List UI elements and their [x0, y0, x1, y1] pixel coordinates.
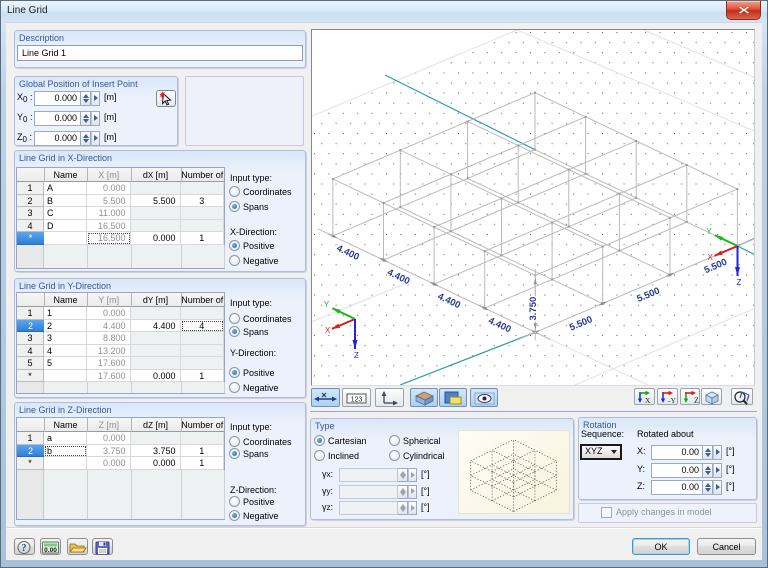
svg-text:Y: Y: [706, 227, 712, 236]
svg-text:X: X: [325, 326, 331, 335]
svg-text:X: X: [645, 396, 651, 405]
svg-text:-Y: -Y: [668, 396, 676, 405]
svg-text:?: ?: [22, 543, 27, 554]
svg-text:123: 123: [351, 396, 363, 403]
svg-text:3.750: 3.750: [528, 297, 539, 321]
svg-text:Z: Z: [694, 396, 699, 405]
svg-text:0.00: 0.00: [44, 547, 57, 554]
svg-text:Y: Y: [324, 300, 330, 309]
svg-text:Z: Z: [737, 278, 742, 287]
svg-text:X: X: [708, 253, 714, 262]
svg-text:Z: Z: [354, 351, 359, 360]
